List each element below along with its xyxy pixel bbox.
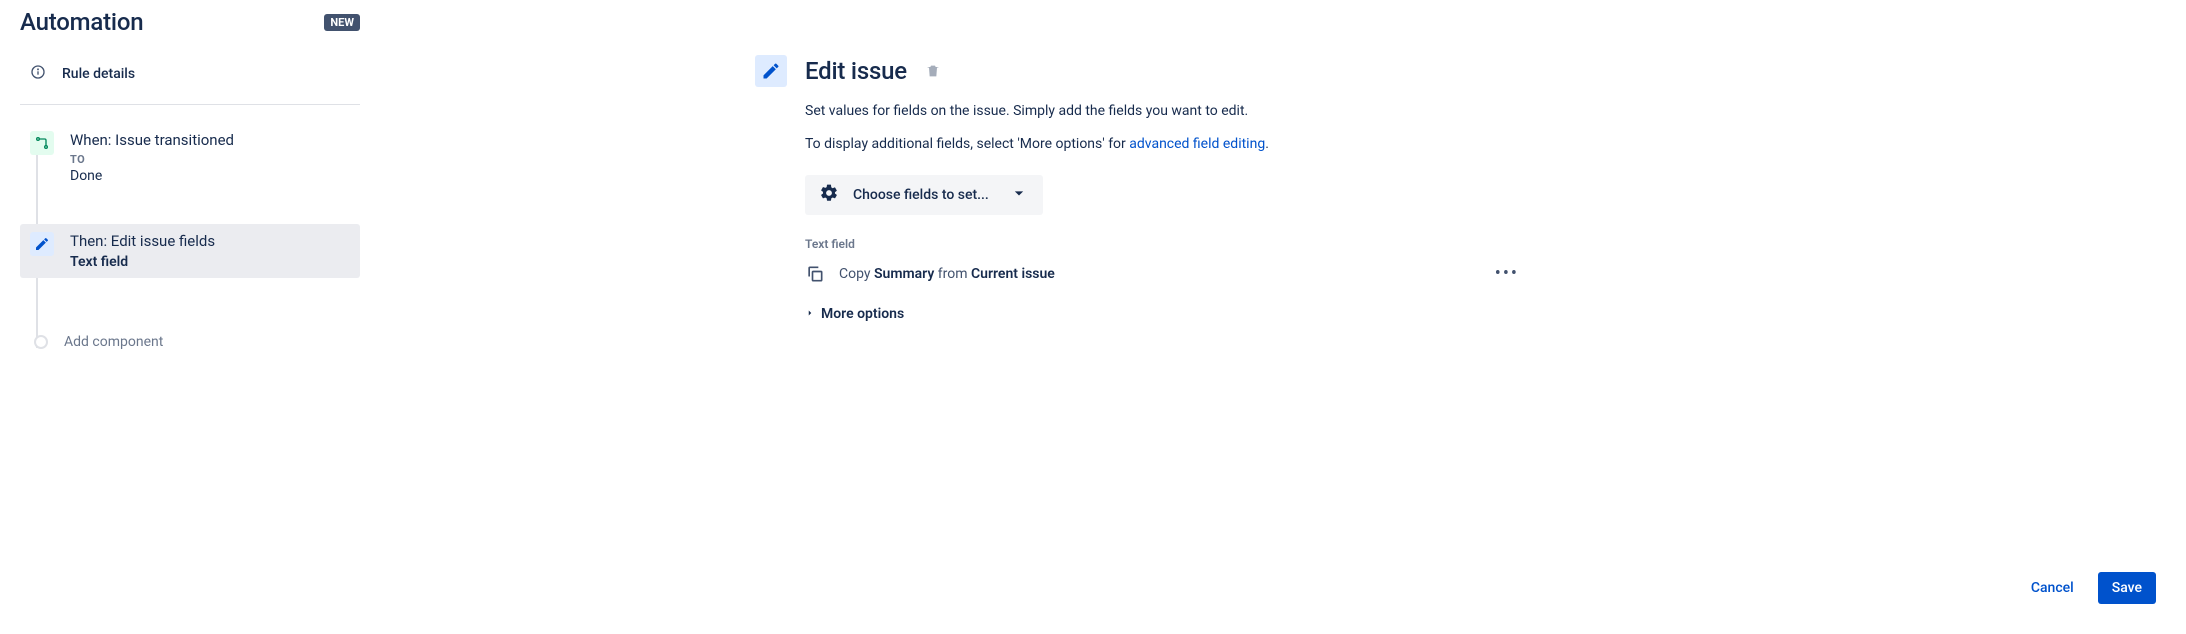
rule-details-link[interactable]: Rule details bbox=[20, 58, 360, 94]
action-step[interactable]: Then: Edit issue fields Text field bbox=[20, 224, 360, 278]
field-copy-description: Copy Summary from Current issue bbox=[839, 266, 1475, 282]
trigger-value: Done bbox=[70, 168, 350, 184]
add-component-label: Add component bbox=[64, 334, 163, 350]
copy-icon bbox=[805, 264, 825, 284]
field-more-actions[interactable]: ••• bbox=[1489, 263, 1525, 284]
new-badge: NEW bbox=[324, 14, 360, 31]
panel-description-2: To display additional fields, select 'Mo… bbox=[805, 134, 1525, 155]
add-component-button[interactable]: Add component bbox=[20, 326, 360, 358]
save-button[interactable]: Save bbox=[2098, 572, 2156, 604]
chevron-right-icon bbox=[805, 306, 815, 322]
trigger-title: When: Issue transitioned bbox=[70, 131, 350, 149]
cancel-button[interactable]: Cancel bbox=[2017, 572, 2088, 604]
action-title: Then: Edit issue fields bbox=[70, 232, 350, 250]
field-section-label: Text field bbox=[805, 237, 1525, 251]
pencil-icon bbox=[30, 232, 54, 256]
delete-button[interactable] bbox=[925, 63, 941, 79]
action-detail: Text field bbox=[70, 254, 350, 270]
more-options-toggle[interactable]: More options bbox=[805, 306, 1525, 322]
info-icon bbox=[30, 64, 46, 84]
panel-title: Edit issue bbox=[805, 57, 907, 85]
more-options-label: More options bbox=[821, 306, 904, 322]
choose-fields-dropdown[interactable]: Choose fields to set... bbox=[805, 175, 1043, 215]
divider bbox=[20, 104, 360, 105]
trigger-meta-label: TO bbox=[70, 153, 350, 166]
trigger-step[interactable]: When: Issue transitioned TO Done bbox=[20, 123, 360, 192]
panel-description-1: Set values for fields on the issue. Simp… bbox=[805, 101, 1525, 122]
advanced-field-editing-link[interactable]: advanced field editing bbox=[1129, 136, 1265, 152]
chevron-down-icon bbox=[1009, 183, 1029, 207]
rule-details-label: Rule details bbox=[62, 66, 135, 82]
pencil-icon bbox=[755, 55, 787, 87]
page-title: Automation bbox=[20, 8, 143, 36]
add-marker-icon bbox=[34, 335, 48, 349]
gear-icon bbox=[819, 183, 839, 207]
transition-icon bbox=[30, 131, 54, 155]
field-value-row[interactable]: Copy Summary from Current issue ••• bbox=[805, 259, 1525, 288]
field-picker-label: Choose fields to set... bbox=[853, 187, 989, 203]
